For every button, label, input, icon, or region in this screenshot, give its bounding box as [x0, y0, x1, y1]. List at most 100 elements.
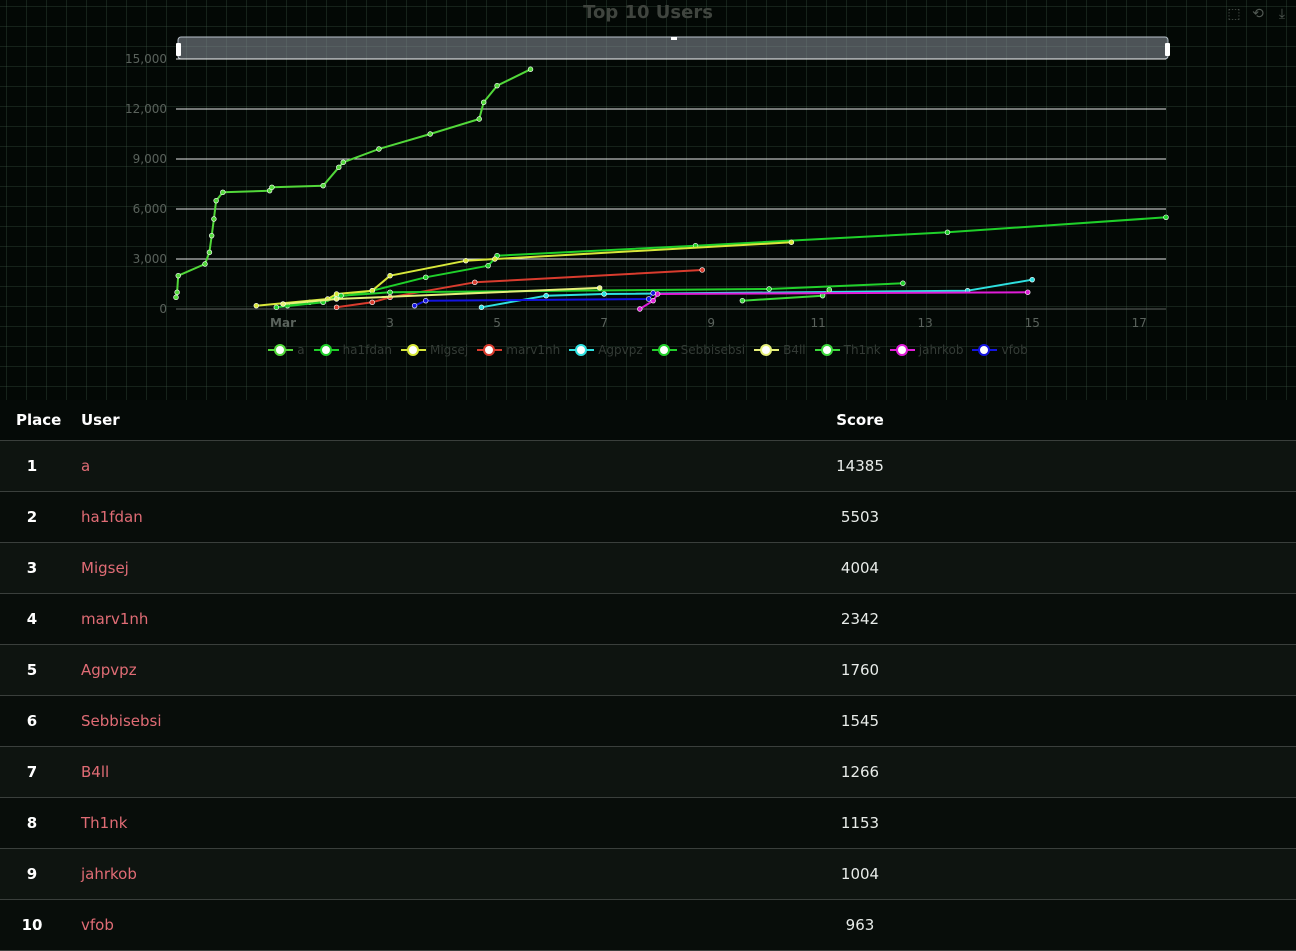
data-point: [1163, 214, 1169, 220]
legend-label: vfob: [1001, 343, 1028, 357]
place-cell: 8: [0, 797, 64, 849]
y-tick-label: 12,000: [125, 102, 167, 116]
legend-swatch: [651, 343, 677, 357]
legend-item[interactable]: Migsej: [400, 343, 469, 357]
y-tick-label: 0: [159, 302, 167, 316]
data-point: [174, 289, 180, 296]
user-link[interactable]: ha1fdan: [64, 491, 640, 543]
data-point: [208, 232, 215, 239]
y-tick-label: 6,000: [133, 202, 167, 216]
table-header-row: Place User Score: [0, 400, 1296, 441]
score-cell: 4004: [640, 542, 1296, 594]
legend-swatch: [477, 343, 503, 357]
data-point: [1029, 276, 1035, 283]
table-row: 7 B4ll 1266: [0, 746, 1296, 798]
series-line-jahrkob: [639, 291, 1028, 310]
data-point: [637, 306, 643, 312]
legend-swatch: [889, 343, 915, 357]
x-tick-label: 17: [1132, 316, 1147, 330]
data-point: [220, 189, 226, 196]
data-point: [944, 229, 951, 236]
legend-swatch: [268, 343, 294, 357]
x-tick-label: 9: [707, 316, 715, 330]
legend-label: Th1nk: [843, 343, 881, 357]
zoom-in-icon[interactable]: ⬚: [1226, 6, 1242, 22]
legend-label: Migsej: [429, 343, 469, 357]
chart-legend: a ha1fdan Migsej marv1nh Agpvpz Sebbisebsi B4l…: [0, 343, 1296, 357]
data-zoom-handle-right: [1165, 43, 1170, 56]
user-header[interactable]: User: [64, 400, 640, 441]
data-point: [269, 184, 275, 191]
place-header[interactable]: Place: [0, 400, 64, 441]
x-tick-label: 13: [918, 316, 933, 330]
legend-label: Sebbisebsi: [680, 343, 746, 357]
data-point: [253, 302, 259, 309]
data-point: [273, 304, 280, 311]
table-row: 2 ha1fdan 5503: [0, 491, 1296, 543]
legend-label: ha1fdan: [342, 343, 392, 357]
data-point: [492, 256, 498, 262]
data-point: [543, 292, 549, 299]
place-cell: 7: [0, 746, 64, 798]
data-zoom-handle-left: [176, 43, 181, 56]
legend-item[interactable]: marv1nh: [477, 343, 560, 357]
data-point: [1025, 289, 1031, 295]
legend-item[interactable]: a: [268, 343, 305, 357]
place-cell: 9: [0, 848, 64, 900]
legend-item[interactable]: Agpvpz: [569, 343, 643, 357]
legend-swatch: [569, 343, 595, 357]
legend-item[interactable]: Th1nk: [814, 343, 881, 357]
legend-item[interactable]: Sebbisebsi: [651, 343, 746, 357]
data-point: [650, 297, 656, 304]
zoom-reset-icon[interactable]: ⟲: [1250, 6, 1266, 22]
data-point: [472, 279, 478, 286]
data-point: [527, 66, 534, 72]
score-cell: 2342: [640, 593, 1296, 645]
user-link[interactable]: Sebbisebsi: [64, 695, 640, 747]
data-point: [494, 82, 500, 89]
legend-item[interactable]: ha1fdan: [313, 343, 392, 357]
data-point: [211, 216, 217, 222]
user-link[interactable]: Agpvpz: [64, 644, 640, 696]
score-cell: 1760: [640, 644, 1296, 696]
legend-item[interactable]: jahrkob: [889, 343, 963, 357]
data-point: [423, 274, 429, 281]
place-cell: 6: [0, 695, 64, 747]
data-point: [596, 285, 603, 291]
scoreboard-table: Place User Score 1 a 14385 2 ha1fdan 550…: [0, 400, 1296, 951]
y-tick-label: 9,000: [133, 152, 167, 166]
table-row: 10 vfob 963: [0, 899, 1296, 951]
user-link[interactable]: jahrkob: [64, 848, 640, 900]
data-point: [699, 267, 705, 273]
user-link[interactable]: marv1nh: [64, 593, 640, 645]
user-link[interactable]: Th1nk: [64, 797, 640, 849]
legend-swatch: [814, 343, 840, 357]
legend-swatch: [754, 343, 780, 357]
data-point: [369, 299, 375, 306]
data-point: [202, 261, 208, 267]
data-point: [423, 297, 429, 304]
data-point: [646, 296, 652, 302]
data-point: [387, 289, 393, 296]
y-tick-label: 3,000: [133, 252, 167, 266]
data-point: [320, 182, 326, 189]
data-point: [376, 146, 382, 152]
data-point: [333, 304, 340, 311]
data-point: [826, 287, 833, 293]
legend-item[interactable]: B4ll: [754, 343, 806, 357]
data-point: [485, 262, 491, 269]
legend-item[interactable]: vfob: [972, 343, 1028, 357]
score-cell: 14385: [640, 440, 1296, 492]
data-point: [280, 301, 286, 307]
line-chart: 0 3,000 6,000 9,000 12,000 15,000 Mar 3 5 7 9 11 13 1…: [125, 36, 1170, 330]
user-link[interactable]: a: [64, 440, 640, 492]
user-link[interactable]: Migsej: [64, 542, 640, 594]
data-point: [476, 116, 482, 122]
chart-title: Top 10 Users: [583, 2, 713, 23]
user-link[interactable]: B4ll: [64, 746, 640, 798]
user-link[interactable]: vfob: [64, 899, 640, 951]
score-header[interactable]: Score: [640, 400, 1296, 441]
download-icon[interactable]: ⤓: [1274, 6, 1290, 22]
table-row: 8 Th1nk 1153: [0, 797, 1296, 849]
x-tick-label: 3: [386, 316, 394, 330]
